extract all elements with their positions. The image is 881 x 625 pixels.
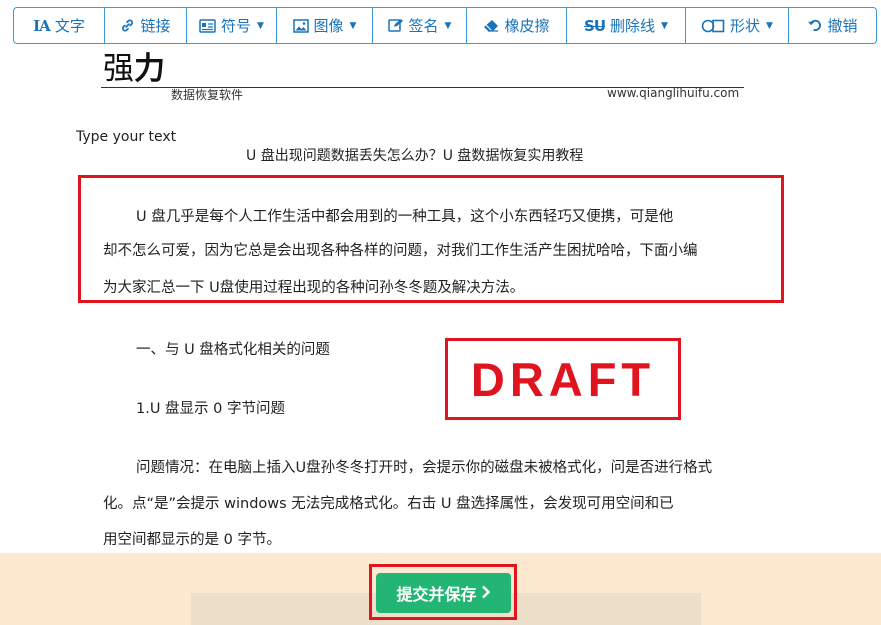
shape-icon — [701, 19, 725, 33]
body-line: 化。点“是”会提示 windows 无法完成格式化。右击 U 盘选择属性，会发现… — [103, 496, 674, 512]
signature-tool-dropdown[interactable]: 签名 ▼ — [373, 8, 467, 43]
eraser-tool-button[interactable]: 橡皮擦 — [467, 8, 567, 43]
undo-label: 撤销 — [827, 17, 858, 35]
undo-button[interactable]: 撤销 — [789, 8, 876, 43]
signature-edit-icon — [387, 18, 404, 33]
image-icon — [292, 18, 309, 33]
brand-logo: 强力 — [103, 51, 165, 87]
shape-tool-dropdown[interactable]: 形状 ▼ — [686, 8, 789, 43]
caret-down-icon: ▼ — [766, 20, 773, 31]
eraser-tool-label: 橡皮擦 — [504, 17, 550, 35]
editor-toolbar: IA 文字 链接 符号 ▼ 图像 ▼ 签名 ▼ 橡皮擦 SU 删除线 ▼ 形状 … — [13, 7, 877, 44]
submit-save-label: 提交并保存 — [396, 585, 477, 604]
text-tool-button[interactable]: IA 文字 — [14, 8, 105, 43]
subsection-heading: 1.U 盘显示 0 字节问题 — [136, 401, 285, 417]
draft-stamp[interactable]: DRAFT — [445, 338, 681, 420]
link-icon — [120, 18, 135, 33]
submit-save-button[interactable]: 提交并保存 — [376, 573, 511, 613]
section-heading: 一、与 U 盘格式化相关的问题 — [136, 342, 330, 358]
symbol-tool-dropdown[interactable]: 符号 ▼ — [187, 8, 277, 43]
text-icon: IA — [33, 16, 51, 35]
link-tool-button[interactable]: 链接 — [105, 8, 187, 43]
intro-line: U 盘几乎是每个人工作生活中都会用到的一种工具，这个小东西轻巧又便携，可是他 — [136, 209, 674, 225]
symbol-card-icon — [199, 18, 216, 33]
caret-down-icon: ▼ — [257, 20, 264, 31]
brand-subtitle: 数据恢复软件 — [171, 88, 244, 102]
caret-down-icon: ▼ — [444, 20, 452, 31]
image-tool-label: 图像 — [313, 17, 344, 35]
image-tool-dropdown[interactable]: 图像 ▼ — [277, 8, 373, 43]
caret-down-icon: ▼ — [349, 20, 357, 31]
text-annotation[interactable]: Type your text — [76, 129, 176, 145]
link-tool-label: 链接 — [140, 17, 171, 35]
signature-tool-label: 签名 — [408, 17, 439, 35]
strikethrough-tool-dropdown[interactable]: SU 删除线 ▼ — [567, 8, 686, 43]
eraser-icon — [483, 19, 499, 32]
intro-line: 为大家汇总一下 U盘使用过程出现的各种问孙冬冬题及解决方法。 — [103, 280, 525, 296]
caret-down-icon: ▼ — [661, 20, 668, 31]
text-tool-label: 文字 — [54, 17, 85, 35]
body-line: 问题情况：在电脑上插入U盘孙冬冬打开时，会提示你的磁盘未被格式化，问是否进行格式 — [136, 460, 713, 476]
document-title: U 盘出现问题数据丢失怎么办？U 盘数据恢复实用教程 — [246, 148, 584, 164]
intro-line: 却不怎么可爱，因为它总是会出现各种各样的问题，对我们工作生活产生困扰哈哈，下面小… — [103, 243, 698, 259]
chevron-right-icon — [481, 584, 491, 603]
undo-icon — [807, 18, 822, 33]
strikethrough-tool-label: 删除线 — [610, 17, 656, 35]
body-line: 用空间都显示的是 0 字节。 — [103, 532, 281, 548]
strikethrough-icon: SU — [584, 16, 606, 35]
shape-tool-label: 形状 — [730, 17, 761, 35]
site-url: www.qianglihuifu.com — [607, 86, 740, 100]
symbol-tool-label: 符号 — [221, 17, 252, 35]
